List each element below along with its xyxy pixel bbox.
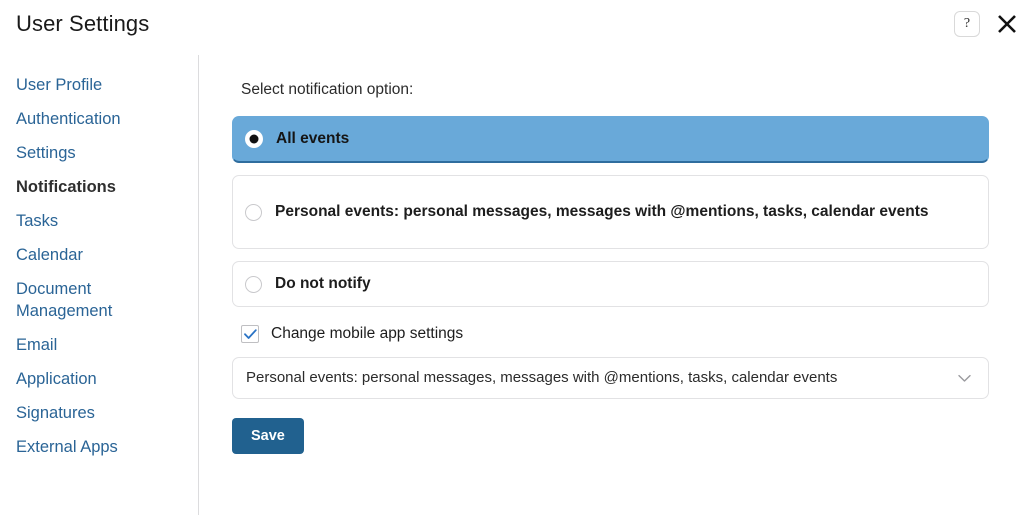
change-mobile-app-settings-checkbox[interactable]: Change mobile app settings bbox=[241, 324, 463, 344]
sidebar-item-notifications[interactable]: Notifications bbox=[16, 170, 176, 204]
dialog-header: User Settings ? bbox=[0, 0, 1030, 55]
radio-option-all-events[interactable]: All events bbox=[232, 116, 989, 163]
radio-option-label: Personal events: personal messages, mess… bbox=[275, 203, 929, 220]
sidebar-item-external-apps[interactable]: External Apps bbox=[16, 430, 176, 464]
radio-option-label: All events bbox=[276, 130, 350, 147]
sidebar-item-application[interactable]: Application bbox=[16, 362, 176, 396]
sidebar-item-authentication[interactable]: Authentication bbox=[16, 102, 176, 136]
chevron-down-icon bbox=[958, 374, 971, 383]
question-mark-icon: ? bbox=[963, 16, 971, 31]
sidebar-item-email[interactable]: Email bbox=[16, 328, 176, 362]
checkbox-label: Change mobile app settings bbox=[271, 325, 464, 342]
section-label: Select notification option: bbox=[241, 81, 414, 98]
close-button[interactable] bbox=[992, 9, 1022, 39]
mobile-notification-select[interactable]: Personal events: personal messages, mess… bbox=[232, 357, 989, 399]
radio-option-personal-events[interactable]: Personal events: personal messages, mess… bbox=[232, 175, 989, 249]
radio-indicator bbox=[245, 130, 263, 148]
radio-option-label: Do not notify bbox=[275, 275, 371, 292]
page-title: User Settings bbox=[16, 11, 150, 36]
checkmark-icon bbox=[243, 328, 257, 339]
select-value: Personal events: personal messages, mess… bbox=[246, 369, 838, 386]
sidebar-item-user-profile[interactable]: User Profile bbox=[16, 68, 176, 102]
sidebar-item-document-management[interactable]: Document Management bbox=[16, 272, 176, 328]
sidebar-item-settings[interactable]: Settings bbox=[16, 136, 176, 170]
radio-indicator bbox=[245, 275, 262, 293]
notifications-panel: Select notification option: All events P… bbox=[232, 80, 998, 454]
sidebar-divider bbox=[198, 55, 199, 515]
help-button[interactable]: ? bbox=[954, 11, 980, 37]
header-actions: ? bbox=[954, 9, 1022, 39]
checkbox-indicator bbox=[241, 325, 259, 343]
close-icon bbox=[998, 15, 1016, 33]
sidebar-item-calendar[interactable]: Calendar bbox=[16, 238, 176, 272]
settings-sidebar: User Profile Authentication Settings Not… bbox=[0, 68, 190, 464]
sidebar-item-tasks[interactable]: Tasks bbox=[16, 204, 176, 238]
sidebar-item-signatures[interactable]: Signatures bbox=[16, 396, 176, 430]
radio-indicator bbox=[245, 203, 262, 221]
radio-option-do-not-notify[interactable]: Do not notify bbox=[232, 261, 989, 307]
save-button[interactable]: Save bbox=[232, 418, 304, 454]
